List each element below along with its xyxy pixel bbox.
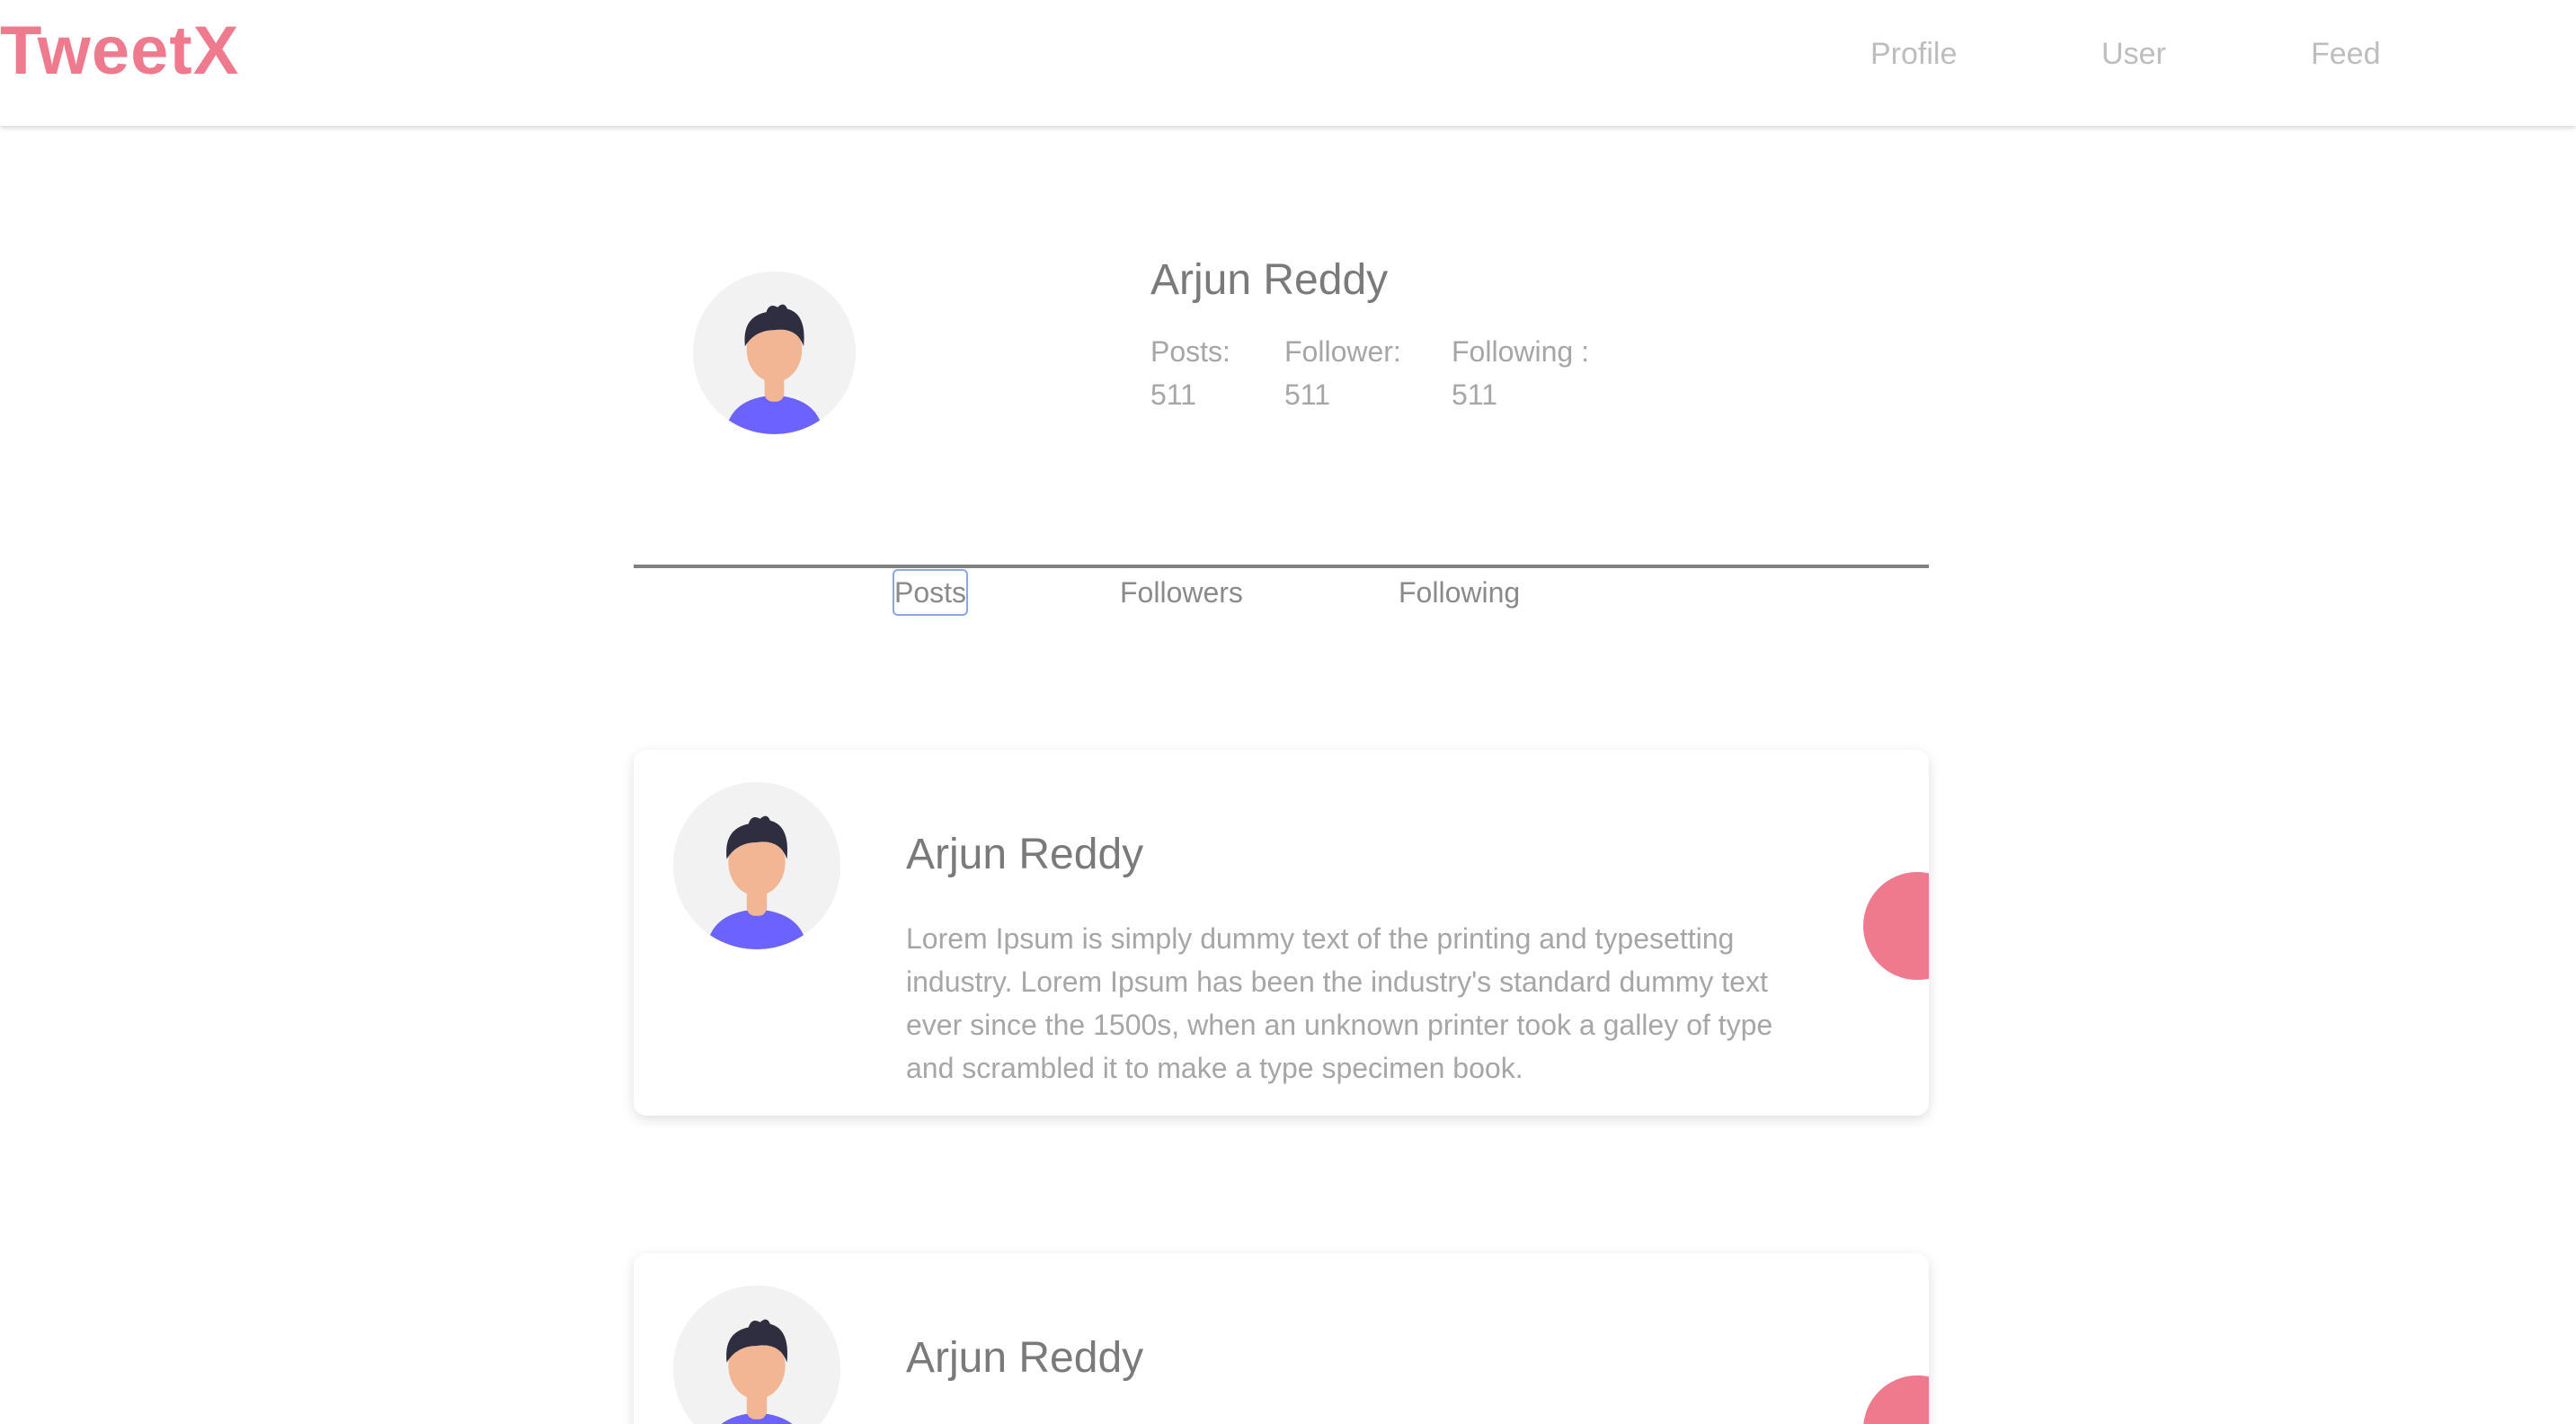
following-count-value: 511 — [1452, 378, 1498, 411]
posts-count-stat: Posts: 511 — [1150, 330, 1230, 416]
following-count-stat: Following : 511 — [1452, 330, 1589, 416]
post-author-name: Arjun Reddy — [906, 831, 1144, 878]
following-count-label: Following : — [1452, 335, 1589, 368]
post-card: Arjun Reddy — [634, 1253, 1929, 1424]
posts-count-label: Posts: — [1150, 335, 1230, 368]
post-author-avatar — [673, 782, 840, 949]
post-author-name: Arjun Reddy — [906, 1334, 1144, 1382]
post-body-text: Lorem Ipsum is simply dummy text of the … — [906, 922, 1773, 1084]
top-header: TweetX Profile User Feed — [0, 0, 2576, 126]
nav-feed-link[interactable]: Feed — [2311, 34, 2381, 74]
post-accent-dot — [1863, 1375, 1929, 1424]
nav-profile-link[interactable]: Profile — [1870, 34, 1957, 74]
user-avatar-icon — [673, 1286, 840, 1424]
profile-name: Arjun Reddy — [1150, 256, 1389, 304]
tabs-divider — [634, 565, 1929, 568]
tab-followers[interactable]: Followers — [1120, 574, 1243, 611]
post-card: Arjun Reddy Lorem Ipsum is simply dummy … — [634, 750, 1929, 1116]
posts-count-value: 511 — [1150, 378, 1197, 411]
follower-count-value: 511 — [1284, 378, 1331, 411]
tab-posts[interactable]: Posts — [893, 569, 969, 616]
post-author-avatar — [673, 1286, 840, 1424]
follower-count-stat: Follower: 511 — [1284, 330, 1401, 416]
follower-count-label: Follower: — [1284, 335, 1401, 368]
nav-user-link[interactable]: User — [2101, 34, 2166, 74]
app-logo[interactable]: TweetX — [0, 13, 239, 90]
tab-following[interactable]: Following — [1399, 574, 1520, 611]
user-avatar-icon — [673, 782, 840, 949]
page: TweetX Profile User Feed Arjun Reddy Pos… — [0, 0, 2576, 1424]
profile-avatar — [693, 271, 856, 434]
user-avatar-icon — [693, 271, 856, 434]
post-accent-dot — [1863, 872, 1929, 980]
